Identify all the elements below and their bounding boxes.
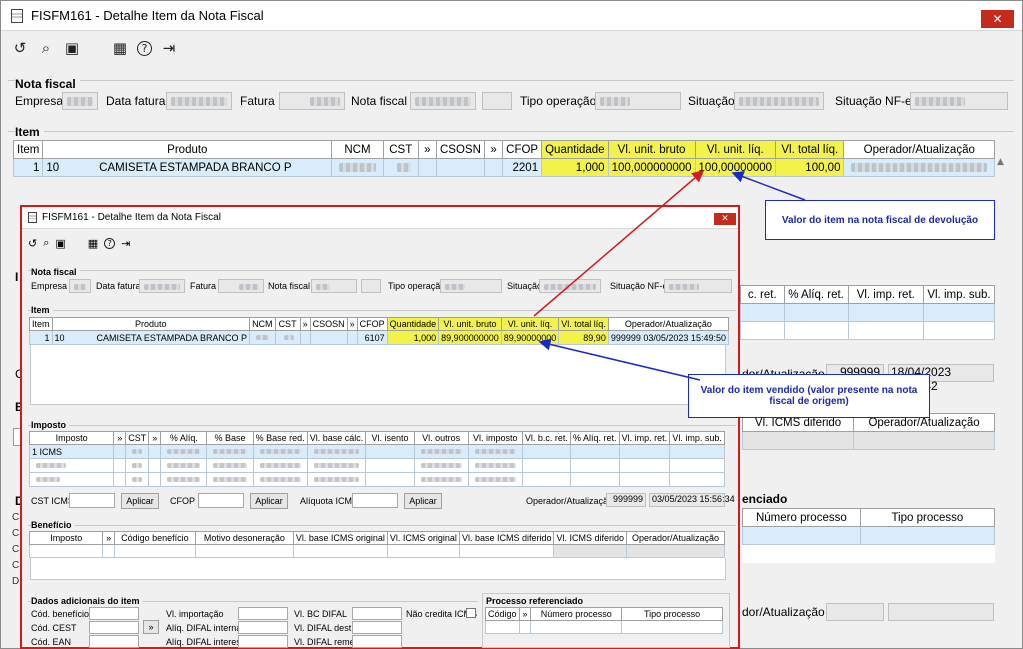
red-arrow	[533, 170, 705, 317]
blue-arrow-bottom	[538, 338, 701, 381]
blue-arrow-top	[731, 171, 806, 201]
annotation-arrows	[533, 170, 806, 381]
